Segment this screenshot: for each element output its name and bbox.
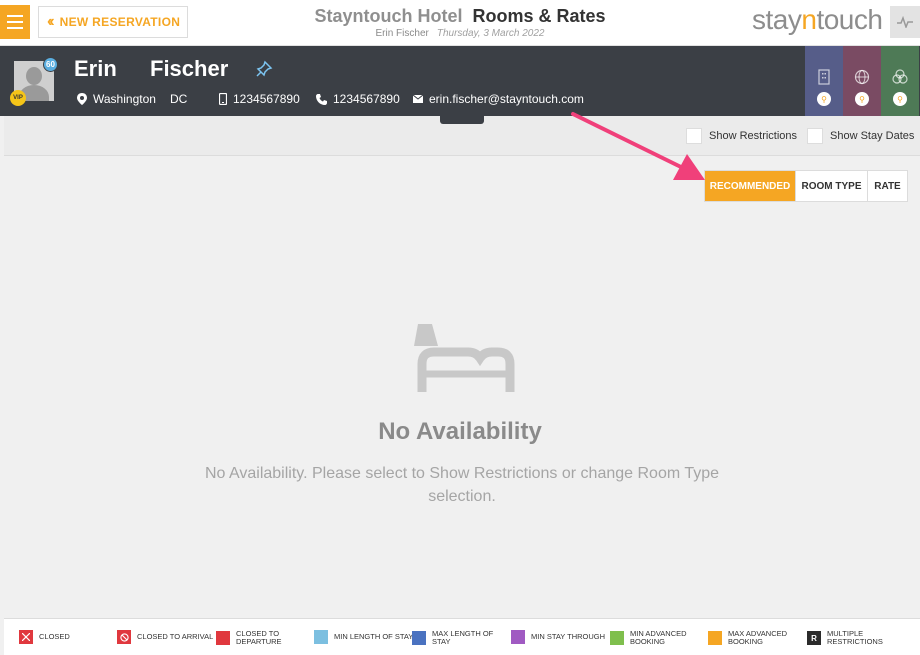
- building-icon: [815, 68, 833, 86]
- pin-icon[interactable]: [255, 60, 273, 78]
- tile-building[interactable]: ⚲: [805, 46, 843, 116]
- hamburger-icon: [7, 27, 23, 29]
- show-restrictions-label: Show Restrictions: [709, 130, 798, 142]
- user-name: Erin Fischer: [375, 28, 429, 39]
- double-chevron-left-icon: ‹‹: [47, 13, 54, 30]
- location-pin-icon: [77, 93, 87, 105]
- guest-phone-number: 1234567890: [333, 92, 400, 106]
- legend-item: R MULTIPLE RESTRICTIONS: [807, 630, 907, 646]
- guest-last-name: Fischer: [150, 56, 229, 81]
- x-icon: [19, 630, 33, 644]
- empty-state-message: No Availability. Please select to Show R…: [204, 465, 720, 505]
- legend-item: MAX LENGTH OF STAY: [412, 630, 512, 646]
- tile-circles[interactable]: ⚲: [881, 46, 919, 116]
- hotel-name: Stayntouch Hotel: [314, 6, 463, 26]
- bed-icon: [414, 324, 515, 392]
- checkbox-box[interactable]: [807, 128, 823, 144]
- hamburger-icon: [7, 21, 23, 23]
- no-entry-icon: [117, 630, 131, 644]
- empty-state-title: No Availability: [378, 418, 542, 445]
- legend-item: MIN ADVANCED BOOKING: [610, 630, 710, 646]
- hamburger-icon: [7, 15, 23, 17]
- show-stay-dates-checkbox[interactable]: Show Stay Dates: [807, 128, 914, 144]
- legend-swatch: [412, 631, 426, 645]
- legend-item: MAX ADVANCED BOOKING: [708, 630, 808, 646]
- restrictions-legend: CLOSED CLOSED TO ARRIVAL CLOSED TO DEPAR…: [4, 618, 920, 655]
- legend-swatch: [610, 631, 624, 645]
- circles-icon: [891, 68, 909, 86]
- legend-item: CLOSED: [19, 630, 119, 644]
- guest-email-address: erin.fischer@stayntouch.com: [429, 92, 584, 106]
- activity-icon[interactable]: [890, 6, 920, 38]
- guest-city: Washington: [93, 92, 156, 106]
- magnifier-icon: ⚲: [893, 92, 907, 106]
- envelope-icon: [413, 95, 423, 103]
- annotation-arrow: [571, 112, 705, 180]
- phone-icon: [316, 93, 327, 105]
- menu-button[interactable]: [0, 5, 30, 39]
- legend-swatch: [216, 631, 230, 645]
- legend-swatch: [314, 630, 328, 644]
- legend-item: CLOSED TO DEPARTURE: [216, 630, 316, 646]
- view-toggle: RECOMMENDED ROOM TYPE RATE: [704, 170, 908, 202]
- top-header: ‹‹ NEW RESERVATION Stayntouch Hotel Rooms…: [0, 0, 920, 46]
- legend-swatch: [708, 631, 722, 645]
- tab-rate[interactable]: RATE: [867, 171, 907, 201]
- legend-swatch: [511, 630, 525, 644]
- guest-card: 60 VIP Erin Fischer Washington DC 123456…: [0, 46, 920, 116]
- guest-card-drawer-handle[interactable]: [440, 116, 484, 124]
- tab-room-type[interactable]: ROOM TYPE: [795, 171, 867, 201]
- tab-recommended[interactable]: RECOMMENDED: [705, 171, 795, 201]
- legend-item: CLOSED TO ARRIVAL: [117, 630, 217, 644]
- new-reservation-button[interactable]: ‹‹ NEW RESERVATION: [38, 6, 188, 38]
- magnifier-icon: ⚲: [855, 92, 869, 106]
- stayntouch-logo: stayntouch: [752, 4, 883, 35]
- guest-mobile-number: 1234567890: [233, 92, 300, 106]
- page-title: Rooms & Rates: [472, 6, 606, 26]
- guest-phone[interactable]: 1234567890: [316, 92, 400, 106]
- guest-tiles: ⚲ ⚲ ⚲: [805, 46, 919, 116]
- new-reservation-label: NEW RESERVATION: [59, 15, 181, 29]
- vip-badge: VIP: [10, 90, 26, 106]
- magnifier-icon: ⚲: [817, 92, 831, 106]
- guest-location: Washington DC: [77, 92, 187, 106]
- legend-item: MIN LENGTH OF STAY: [314, 630, 414, 644]
- show-stay-dates-label: Show Stay Dates: [830, 130, 915, 142]
- guest-mobile[interactable]: 1234567890: [219, 92, 300, 106]
- guest-first-name: Erin: [74, 56, 117, 81]
- mobile-phone-icon: [219, 93, 227, 105]
- page-title-block: Stayntouch Hotel Rooms & Rates Erin Fisch…: [260, 6, 660, 39]
- globe-icon: [853, 68, 871, 86]
- guest-email[interactable]: erin.fischer@stayntouch.com: [413, 92, 584, 106]
- legend-item: MIN STAY THROUGH: [511, 630, 611, 644]
- guest-state: DC: [169, 92, 188, 106]
- r-letter-icon: R: [807, 631, 821, 645]
- business-date: Thursday, 3 March 2022: [436, 28, 545, 39]
- loyalty-points-badge: 60: [43, 57, 58, 72]
- tile-globe[interactable]: ⚲: [843, 46, 881, 116]
